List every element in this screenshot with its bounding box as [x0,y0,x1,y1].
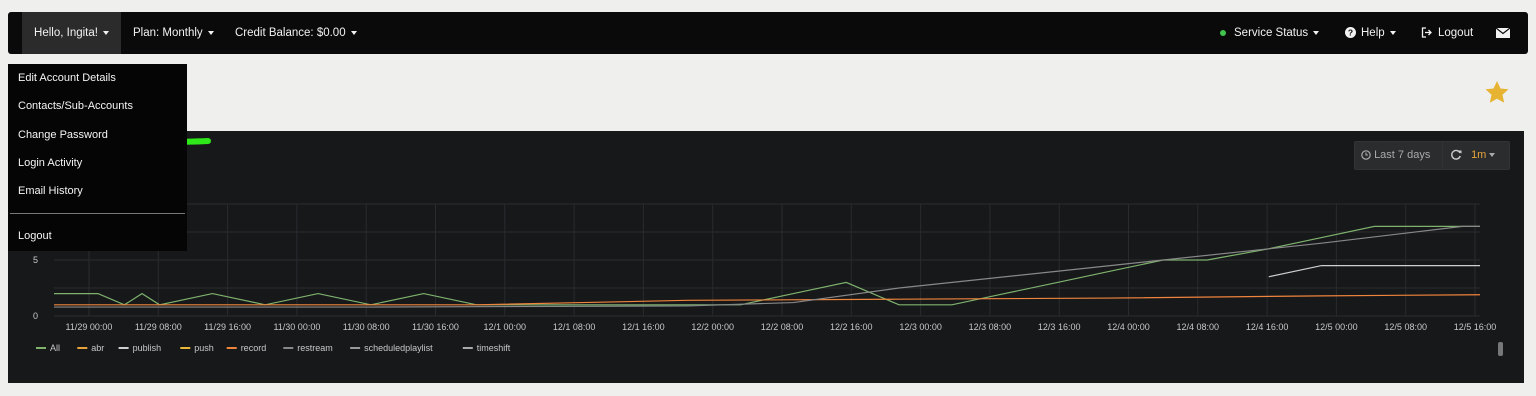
x-tick-label: 12/4 08:00 [1177,322,1220,332]
x-tick-label: 12/5 00:00 [1315,322,1358,332]
x-tick-label: 12/3 16:00 [1038,322,1081,332]
x-tick-label: 12/3 00:00 [899,322,942,332]
series-line-All [54,225,1480,306]
x-tick-label: 12/5 08:00 [1384,322,1427,332]
chevron-down-icon [1313,30,1320,35]
x-tick-label: 12/2 16:00 [830,322,873,332]
x-tick-label: 12/1 08:00 [553,322,596,332]
question-circle-icon: ? [1345,27,1356,39]
x-tick-label: 12/4 16:00 [1246,322,1289,332]
refresh-icon[interactable] [1450,149,1462,161]
y-tick-label: 0 [33,311,38,321]
series-line-restream [54,225,1480,308]
chevron-down-icon [207,30,214,35]
credit-balance-toggle[interactable]: Credit Balance: $0.00 [235,12,357,54]
envelope-icon [1495,27,1511,38]
time-range-label: Last 7 days [1374,149,1431,161]
svg-text:publish: publish [133,343,162,353]
svg-text:timeshift: timeshift [477,343,511,353]
menu-item-change-password[interactable]: Change Password [18,129,108,141]
chevron-down-icon [102,30,109,35]
menu-item-edit-account[interactable]: Edit Account Details [18,72,116,84]
clock-icon [1361,150,1371,160]
account-dropdown-menu: Edit Account Details Contacts/Sub-Accoun… [8,64,187,251]
help-menu-toggle[interactable]: ? Help [1345,12,1396,54]
panel-scrollbar[interactable] [1498,342,1503,356]
x-tick-label: 11/30 16:00 [412,322,459,332]
legend-item-All[interactable]: All [36,343,60,353]
help-label: Help [1361,27,1385,39]
svg-text:scheduledplaylist: scheduledplaylist [364,343,433,353]
legend-item-scheduledplaylist[interactable]: scheduledplaylist [350,343,433,353]
service-status-label: Service Status [1234,27,1309,39]
x-tick-label: 12/3 08:00 [969,322,1012,332]
legend-item-timeshift[interactable]: timeshift [462,343,511,353]
service-status-toggle[interactable]: Service Status [1220,12,1320,54]
x-tick-label: 11/29 00:00 [66,322,113,332]
menu-item-contacts[interactable]: Contacts/Sub-Accounts [18,100,133,112]
credit-label: Credit Balance: $0.00 [235,27,346,39]
chevron-down-icon [1389,30,1396,35]
legend-item-restream[interactable]: restream [283,343,333,353]
x-tick-label: 12/2 00:00 [691,322,734,332]
chevron-down-icon [350,30,357,35]
top-navbar: Hello, Ingita! Plan: Monthly Credit Bala… [8,12,1528,54]
x-tick-label: 12/1 16:00 [622,322,665,332]
logout-label: Logout [1438,27,1474,39]
menu-divider [10,213,185,214]
messages-button[interactable] [1495,12,1511,54]
svg-text:restream: restream [297,343,333,353]
legend-item-publish[interactable]: publish [118,343,162,353]
chevron-down-icon [1489,153,1496,158]
usage-chart: 11/29 00:00 11/29 08:00 11/29 16:00 11/30 0… [33,203,1497,353]
menu-item-login-activity[interactable]: Login Activity [18,157,82,169]
legend-item-record[interactable]: record [226,343,267,353]
sign-out-icon [1421,27,1432,39]
logout-link[interactable]: Logout [1421,12,1473,54]
chart-panel: 11/29 00:00 11/29 08:00 11/29 16:00 11/30 0… [8,131,1524,383]
x-tick-label: 12/5 16:00 [1454,322,1497,332]
svg-text:?: ? [1348,28,1353,38]
series-line-publish [1268,265,1480,278]
legend-item-abr[interactable]: abr [77,343,104,353]
menu-item-email-history[interactable]: Email History [18,185,83,197]
x-tick-label: 12/4 00:00 [1107,322,1150,332]
svg-text:record: record [241,343,267,353]
x-tick-label: 11/30 08:00 [343,322,390,332]
plan-menu-toggle[interactable]: Plan: Monthly [133,12,214,54]
svg-text:push: push [194,343,214,353]
status-dot-icon [1220,29,1226,36]
refresh-control[interactable]: 1m [1442,141,1510,170]
favorite-star-icon[interactable] [1484,80,1510,104]
x-tick-label: 11/29 16:00 [204,322,251,332]
legend-item-push[interactable]: push [180,343,214,353]
menu-item-logout[interactable]: Logout [18,230,52,242]
y-tick-label: 5 [33,255,38,265]
greeting-label: Hello, Ingita! [34,27,98,39]
x-tick-label: 12/1 00:00 [484,322,527,332]
plan-label: Plan: Monthly [133,27,203,39]
time-range-picker[interactable]: Last 7 days [1354,141,1446,170]
refresh-interval-label: 1m [1471,149,1487,161]
svg-text:All: All [50,343,60,353]
x-tick-label: 11/29 08:00 [135,322,182,332]
x-tick-label: 11/30 00:00 [273,322,320,332]
x-tick-label: 12/2 08:00 [761,322,804,332]
account-menu-toggle[interactable]: Hello, Ingita! [22,12,121,54]
svg-text:abr: abr [91,343,104,353]
